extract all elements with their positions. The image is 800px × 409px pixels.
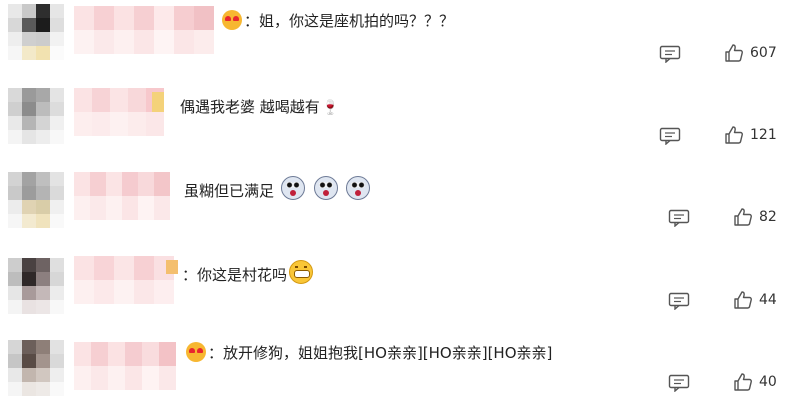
like-count: 121 — [750, 127, 777, 143]
avatar-badge — [166, 260, 178, 274]
like-count: 607 — [750, 45, 777, 61]
avatar-badge — [152, 92, 164, 112]
scared-face-emoji — [280, 176, 305, 200]
comment-icon — [659, 45, 681, 63]
username-blurred[interactable] — [74, 342, 178, 390]
reply-button[interactable] — [668, 209, 690, 227]
scared-face-emoji — [313, 176, 338, 200]
like-count: 82 — [759, 209, 777, 225]
thumbs-up-icon — [734, 373, 752, 391]
comment-item: ：你这是村花吗 44 — [0, 246, 800, 326]
thumbs-up-icon — [734, 291, 752, 309]
comment-item: 偶遇我老婆 越喝越有 🍷 121 — [0, 80, 800, 160]
comment-text: ：姐，你这是座机拍的吗？？？ — [220, 10, 454, 32]
comment-item: ：姐，你这是座机拍的吗？？？ 607 — [0, 0, 800, 80]
comment-body: ：姐，你这是座机拍的吗？？？ — [244, 12, 455, 30]
like-button[interactable]: 121 — [724, 125, 777, 145]
avatar[interactable] — [8, 340, 64, 396]
comment-item: ：放开修狗，姐姐抱我[HO亲亲][HO亲亲][HO亲亲] 40 — [0, 328, 800, 409]
reply-button[interactable] — [668, 374, 690, 392]
username-blurred[interactable] — [74, 256, 174, 304]
avatar[interactable] — [8, 88, 64, 144]
comment-body: ：你这是村花吗 — [182, 266, 288, 284]
comment-feed: ：姐，你这是座机拍的吗？？？ 607 偶遇我老婆 越喝越有 🍷 121 虽糊但已… — [0, 0, 800, 409]
comment-item: 虽糊但已满足 82 — [0, 162, 800, 242]
comment-body: 偶遇我老婆 越喝越有 — [180, 98, 320, 116]
like-button[interactable]: 40 — [733, 372, 777, 392]
comment-text: ：你这是村花吗 — [182, 260, 315, 286]
comment-text: 偶遇我老婆 越喝越有 🍷 — [180, 96, 339, 119]
love-emoji — [222, 10, 242, 30]
comment-icon — [668, 374, 690, 392]
comment-icon — [668, 209, 690, 227]
reply-button[interactable] — [659, 127, 681, 145]
thumbs-up-icon — [734, 208, 752, 226]
like-count: 40 — [759, 374, 777, 390]
comment-text: 虽糊但已满足 — [184, 176, 372, 202]
scared-face-emoji — [346, 176, 371, 200]
reply-button[interactable] — [659, 45, 681, 63]
like-button[interactable]: 82 — [733, 207, 777, 227]
comment-icon — [668, 292, 690, 310]
like-button[interactable]: 44 — [733, 290, 777, 310]
avatar[interactable] — [8, 4, 64, 60]
love-emoji — [186, 342, 206, 362]
thumbs-up-icon — [725, 126, 743, 144]
comment-text: ：放开修狗，姐姐抱我[HO亲亲][HO亲亲][HO亲亲] — [184, 342, 552, 364]
comment-body: 虽糊但已满足 — [184, 182, 275, 200]
comment-body: ：放开修狗，姐姐抱我[HO亲亲][HO亲亲][HO亲亲] — [208, 344, 553, 362]
wine-glass-icon: 🍷 — [321, 100, 340, 116]
username-blurred[interactable] — [74, 6, 214, 54]
grin-emoji — [289, 260, 314, 284]
reply-button[interactable] — [668, 292, 690, 310]
avatar[interactable] — [8, 258, 64, 314]
comment-icon — [659, 127, 681, 145]
thumbs-up-icon — [725, 44, 743, 62]
like-count: 44 — [759, 292, 777, 308]
username-blurred[interactable] — [74, 172, 170, 220]
avatar[interactable] — [8, 172, 64, 228]
like-button[interactable]: 607 — [724, 43, 777, 63]
